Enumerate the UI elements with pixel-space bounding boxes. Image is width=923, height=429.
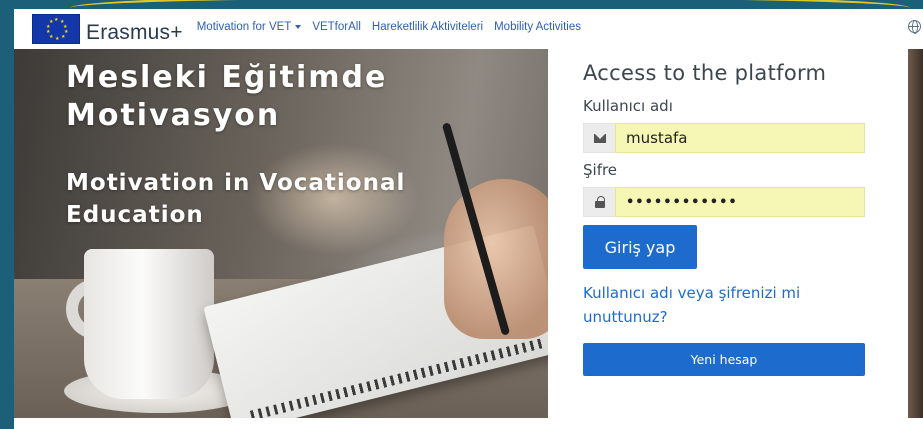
decorative-top-arc — [70, 0, 910, 8]
nav-item-motivation-for-vet[interactable]: Motivation for VET — [197, 21, 302, 33]
envelope-icon — [593, 133, 606, 143]
caret-down-icon — [295, 24, 302, 29]
login-title: Access to the platform — [583, 61, 827, 85]
hero-background-right-edge — [908, 49, 923, 418]
nav-item-vetforall[interactable]: VETforAll — [312, 21, 361, 33]
nav-links: Motivation for VET VETforAll Hareketlili… — [197, 21, 592, 33]
password-addon — [583, 187, 615, 217]
forgot-password-link[interactable]: Kullanıcı adı veya şifrenizi mi unuttunu… — [583, 281, 863, 329]
username-addon — [583, 123, 615, 153]
eu-flag-icon: ★ ★ ★ ★ ★ ★ ★ ★ ★ ★ — [32, 14, 80, 44]
login-card: Access to the platform Kullanıcı adı Şif… — [548, 49, 908, 418]
password-label: Şifre — [583, 161, 618, 179]
footer-strip — [14, 418, 923, 429]
globe-icon[interactable] — [908, 20, 921, 34]
nav-item-hareketlilik-aktiviteleri[interactable]: Hareketlilik Aktiviteleri — [372, 21, 483, 33]
hero-section: Mesleki Eğitimde Motivasyon Motivation i… — [14, 49, 923, 418]
hero-background-mug — [84, 249, 214, 399]
brand-name: Erasmus+ — [86, 21, 183, 44]
nav-item-label: Motivation for VET — [196, 21, 292, 33]
hero-subtitle: Motivation in Vocational Education — [66, 170, 406, 228]
hero-title: Mesleki Eğitimde Motivasyon — [66, 60, 388, 133]
brand-logo-link[interactable]: ★ ★ ★ ★ ★ ★ ★ ★ ★ ★ Erasmus+ — [32, 9, 183, 49]
top-navbar: ★ ★ ★ ★ ★ ★ ★ ★ ★ ★ Erasmus+ Motivation … — [14, 9, 923, 49]
password-input[interactable] — [615, 187, 865, 217]
username-label: Kullanıcı adı — [583, 97, 673, 115]
login-button[interactable]: Giriş yap — [583, 225, 697, 269]
new-account-button[interactable]: Yeni hesap — [583, 343, 865, 376]
username-input[interactable] — [615, 123, 865, 153]
lock-icon — [594, 196, 605, 208]
username-input-group — [583, 123, 865, 153]
nav-item-mobility-activities[interactable]: Mobility Activities — [494, 21, 581, 33]
password-input-group — [583, 187, 865, 217]
